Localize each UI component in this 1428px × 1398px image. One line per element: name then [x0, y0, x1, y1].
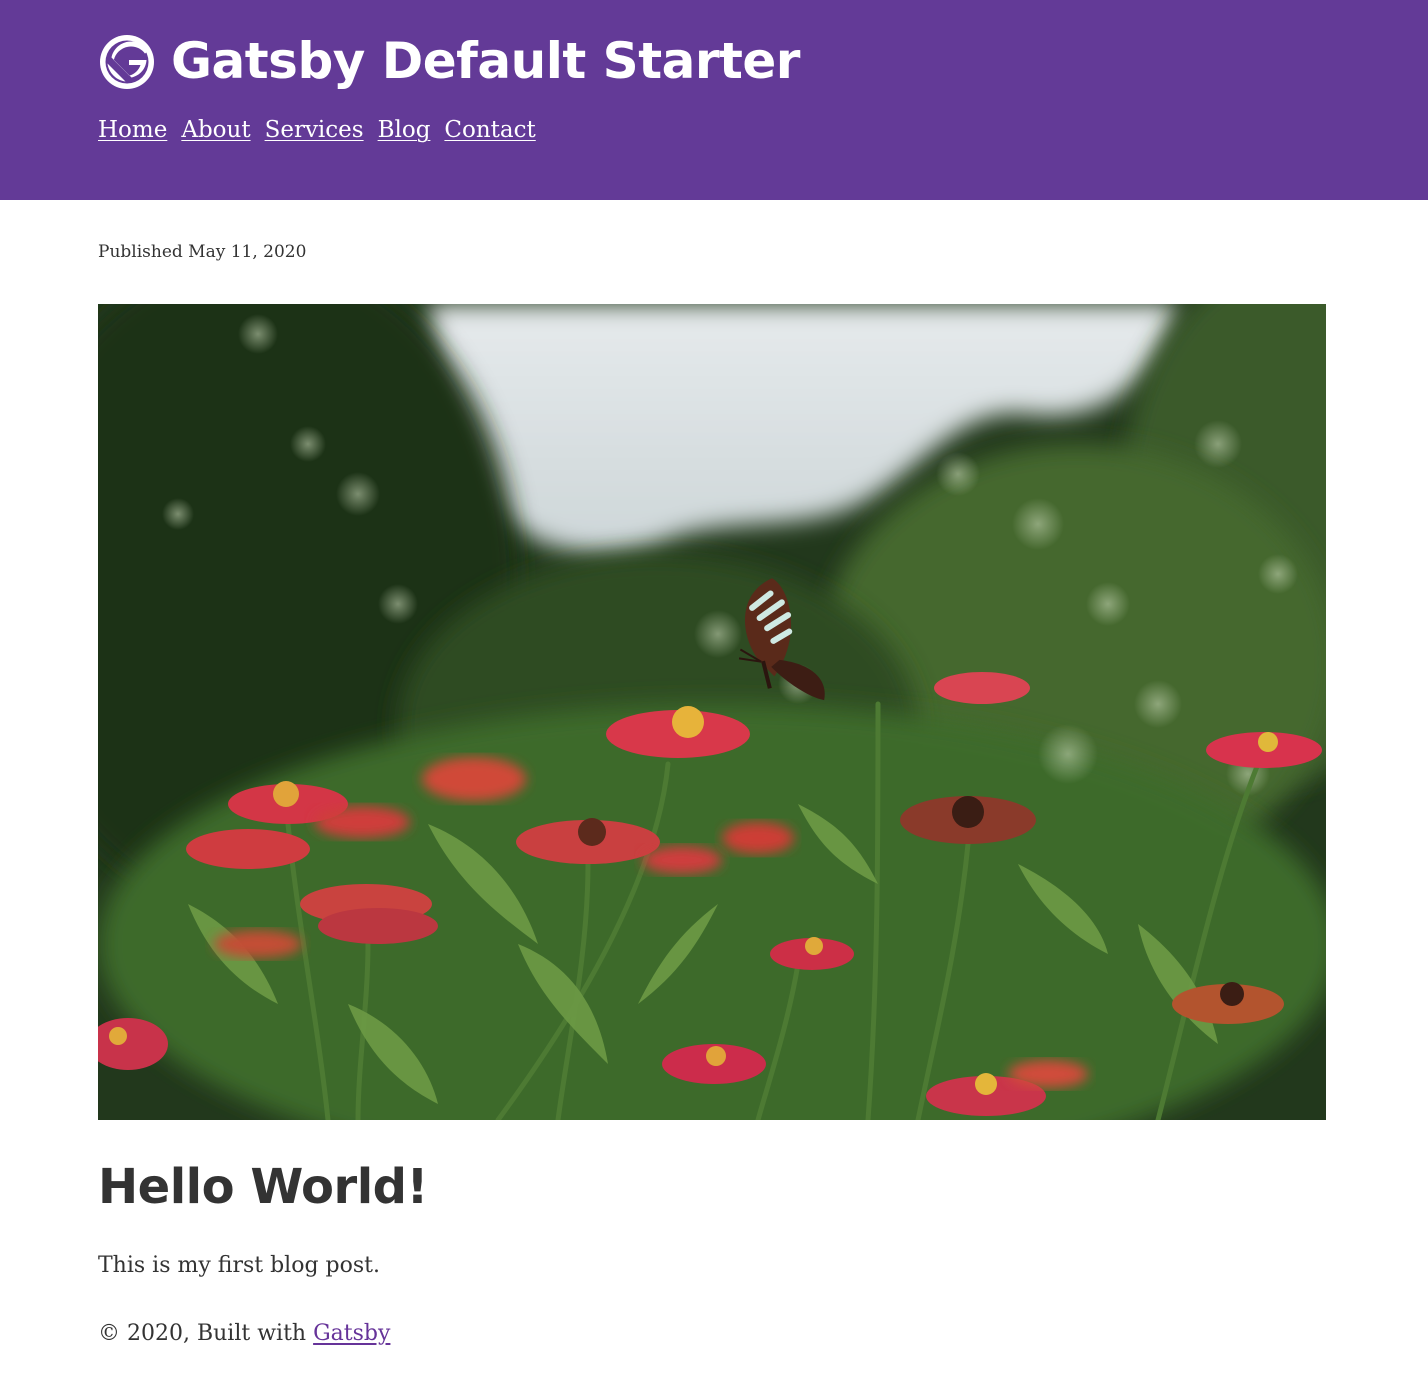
site-title: Gatsby Default Starter [171, 30, 800, 92]
published-date: Published May 11, 2020 [98, 242, 307, 262]
footer-text: © 2020, Built with [98, 1321, 314, 1346]
post-body: This is my first blog post. [98, 1253, 380, 1278]
site-title-link[interactable]: Gatsby Default Starter [171, 32, 800, 90]
main-nav: Home About Services Blog Contact [98, 113, 536, 147]
site-footer: © 2020, Built with Gatsby [98, 1318, 390, 1350]
post-title: Hello World! [98, 1159, 428, 1215]
gatsby-logo-svg [100, 35, 154, 89]
nav-link-blog[interactable]: Blog [378, 113, 431, 147]
site-header: Gatsby Default Starter Home About Servic… [0, 0, 1428, 200]
gatsby-link[interactable]: Gatsby [313, 1321, 390, 1346]
gatsby-logo-icon[interactable] [98, 33, 156, 91]
nav-link-home[interactable]: Home [98, 113, 167, 147]
nav-link-about[interactable]: About [181, 113, 250, 147]
nav-link-contact[interactable]: Contact [444, 113, 535, 147]
nav-link-services[interactable]: Services [265, 113, 364, 147]
hero-image [98, 304, 1326, 1120]
